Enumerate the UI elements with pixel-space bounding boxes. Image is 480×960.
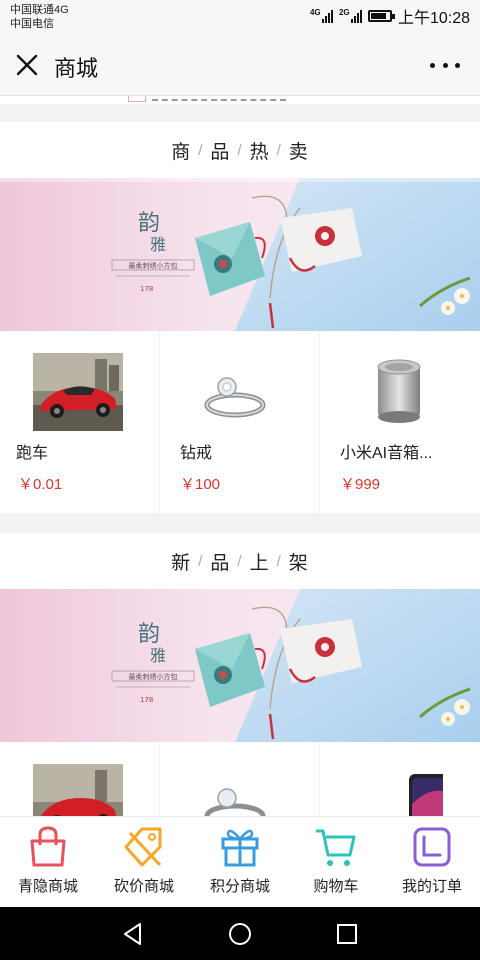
cart-icon	[316, 829, 356, 866]
shopping-bag-icon	[30, 826, 66, 867]
main-content[interactable]: 商 / 品 / 热 / 卖 韵 雅 最柔刺绣小方包 178 跑车 ￥0.01 钻…	[0, 96, 480, 816]
signal-2-icon: 2G	[339, 8, 362, 23]
svg-text:178: 178	[140, 285, 153, 293]
gift-icon	[221, 829, 259, 867]
product-card[interactable]	[320, 742, 480, 816]
product-card[interactable]: 小米AI音箱... ￥999	[320, 331, 480, 513]
svg-text:178: 178	[140, 696, 153, 704]
product-image-diamond-ring	[193, 764, 283, 816]
back-icon[interactable]	[120, 921, 146, 947]
product-grid	[0, 742, 480, 816]
home-icon[interactable]	[227, 921, 253, 947]
recents-icon[interactable]	[334, 921, 360, 947]
promo-banner[interactable]: 韵 雅 最柔刺绣小方包 178	[0, 589, 480, 742]
product-name: 钻戒	[180, 445, 213, 462]
svg-text:韵: 韵	[138, 622, 160, 647]
carrier-2: 中国电信	[10, 18, 54, 30]
section-new-arrivals: 新 / 品 / 上 / 架 韵 雅 最柔刺绣小方包 178	[0, 533, 480, 816]
section-title: 商 / 品 / 热 / 卖	[171, 141, 309, 163]
product-image-sports-car	[33, 353, 123, 431]
promo-banner[interactable]: 韵 雅 最柔刺绣小方包 178	[0, 178, 480, 331]
product-price: ￥999	[340, 476, 381, 493]
tab-label: 砍价商城	[113, 878, 174, 895]
product-card[interactable]: 跑车 ￥0.01	[0, 331, 160, 513]
product-grid: 跑车 ￥0.01 钻戒 ￥100 小米AI音箱... ￥999	[0, 331, 480, 513]
app-header: 商城	[0, 34, 480, 96]
section-title: 新 / 品 / 上 / 架	[171, 552, 309, 574]
clock: 上午10:28	[397, 10, 470, 27]
tab-my-orders[interactable]: 我的订单	[384, 817, 480, 907]
product-image-sports-car	[33, 764, 123, 816]
previous-section-peek	[0, 96, 480, 104]
order-icon	[413, 827, 451, 867]
tab-bargain-mall[interactable]: 砍价商城	[96, 817, 192, 907]
svg-text:雅: 雅	[150, 235, 166, 254]
signal-1-icon: 4G	[310, 8, 333, 23]
product-image-diamond-ring	[193, 353, 283, 431]
bottom-tab-bar: 青隐商城 砍价商城 积分商城 购物车 我的订单	[0, 816, 480, 907]
product-name: 小米AI音箱...	[340, 445, 433, 462]
product-card[interactable]	[0, 742, 160, 816]
price-tag-icon	[124, 827, 162, 867]
svg-text:雅: 雅	[150, 646, 166, 665]
close-icon[interactable]	[12, 50, 42, 80]
more-dots-icon[interactable]	[430, 54, 460, 76]
product-price: ￥0.01	[18, 476, 63, 493]
tab-points-mall[interactable]: 积分商城	[192, 817, 288, 907]
page-title: 商城	[54, 56, 99, 81]
product-price: ￥100	[180, 476, 221, 493]
tab-label: 我的订单	[401, 878, 462, 895]
carrier-1: 中国联通4G	[10, 4, 69, 16]
section-hot-sale: 商 / 品 / 热 / 卖 韵 雅 最柔刺绣小方包 178 跑车 ￥0.01 钻…	[0, 122, 480, 513]
product-image-xiaomi-speaker	[353, 353, 443, 431]
product-card[interactable]	[160, 742, 320, 816]
battery-icon	[367, 10, 395, 22]
carrier-info: 中国联通4G 中国电信	[10, 3, 69, 31]
system-nav-bar	[0, 907, 480, 960]
product-image-iphone-x	[353, 764, 453, 816]
svg-text:最柔刺绣小方包: 最柔刺绣小方包	[129, 261, 178, 270]
tab-shopping-cart[interactable]: 购物车	[288, 817, 384, 907]
tab-label: 积分商城	[209, 878, 270, 895]
tab-label: 购物车	[313, 878, 359, 895]
tab-label: 青隐商城	[17, 878, 78, 895]
status-bar: 中国联通4G 中国电信 4G 2G 上午10:28	[0, 0, 480, 34]
product-card[interactable]: 钻戒 ￥100	[160, 331, 320, 513]
product-name: 跑车	[16, 445, 49, 462]
tab-qingyin-mall[interactable]: 青隐商城	[0, 817, 96, 907]
svg-text:最柔刺绣小方包: 最柔刺绣小方包	[129, 672, 178, 681]
banner-text-main: 韵	[138, 211, 160, 236]
